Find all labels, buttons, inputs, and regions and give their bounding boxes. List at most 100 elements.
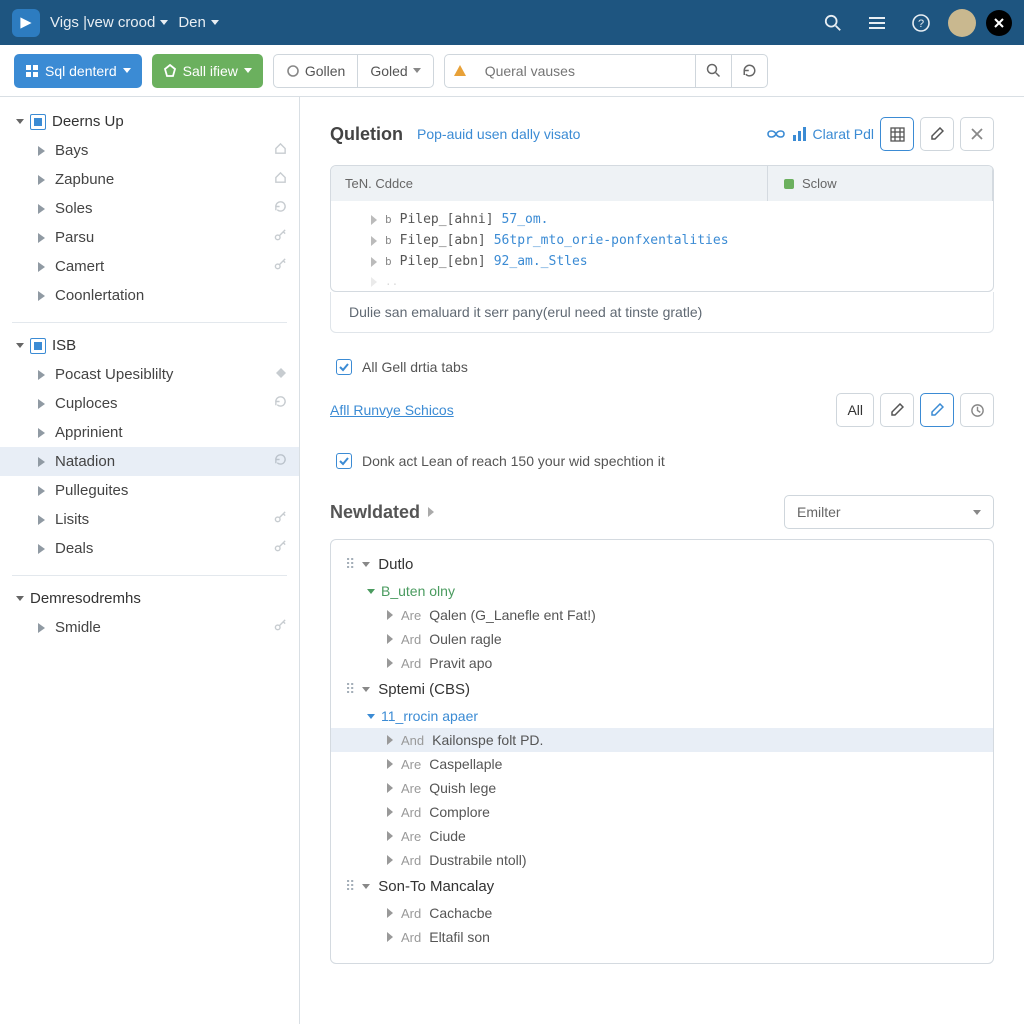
actions-link[interactable]: Afll Runvye Schicos bbox=[330, 402, 454, 418]
grid-icon[interactable] bbox=[880, 117, 914, 151]
tree-section-header[interactable]: Deerns Up bbox=[0, 107, 299, 136]
mode-a-button[interactable]: Gollen bbox=[274, 55, 358, 87]
refresh-icon bbox=[274, 200, 287, 217]
code-value: 57_om. bbox=[502, 212, 549, 227]
result-item[interactable]: AreQuish lege bbox=[331, 776, 993, 800]
tree-item[interactable]: Zapbune bbox=[0, 165, 299, 194]
tree-item[interactable]: Parsu bbox=[0, 223, 299, 252]
key-icon bbox=[274, 229, 287, 246]
tree-item[interactable]: Soles bbox=[0, 194, 299, 223]
filter-all-button[interactable]: All bbox=[836, 393, 874, 427]
result-item[interactable]: AreCiude bbox=[331, 824, 993, 848]
chart-link[interactable]: Clarat Pdl bbox=[792, 126, 874, 142]
tree-item[interactable]: Smidle bbox=[0, 613, 299, 642]
play-icon bbox=[38, 428, 45, 438]
tree-section-header[interactable]: ISB bbox=[0, 331, 299, 360]
tree-section-header[interactable]: Demresodremhs bbox=[0, 584, 299, 613]
svg-text:?: ? bbox=[918, 18, 924, 30]
chevron-down-icon bbox=[160, 20, 168, 25]
caret-icon bbox=[387, 908, 393, 918]
result-item-name: Quish lege bbox=[429, 780, 496, 796]
chevron-down-icon bbox=[413, 68, 421, 73]
chevron-down-icon bbox=[362, 687, 370, 692]
refresh-icon bbox=[274, 453, 287, 470]
checkbox-row-1[interactable]: All Gell drtia tabs bbox=[330, 351, 994, 383]
result-item-name: Dustrabile ntoll) bbox=[429, 852, 526, 868]
result-item[interactable]: AndKailonspe folt PD. bbox=[331, 728, 993, 752]
clock-icon[interactable] bbox=[960, 393, 994, 427]
tree-item[interactable]: Lisits bbox=[0, 505, 299, 534]
search-icon[interactable] bbox=[816, 6, 850, 40]
search-button[interactable] bbox=[695, 55, 731, 87]
result-group-header[interactable]: ⠿Sptemi (CBS) bbox=[331, 675, 993, 704]
menu-icon[interactable] bbox=[860, 6, 894, 40]
result-group-header[interactable]: ⠿Son-To Mancalay bbox=[331, 872, 993, 901]
tree-item[interactable]: Bays bbox=[0, 136, 299, 165]
result-item[interactable]: ArdComplore bbox=[331, 800, 993, 824]
help-icon[interactable]: ? bbox=[904, 6, 938, 40]
checkbox-row-2[interactable]: Donk act Lean of reach 150 your wid spec… bbox=[330, 445, 994, 477]
edit-icon[interactable] bbox=[880, 393, 914, 427]
caret-icon bbox=[387, 658, 393, 668]
result-group-title: Son-To Mancalay bbox=[378, 878, 494, 895]
result-group-sub[interactable]: 11_rrocin apaer bbox=[331, 704, 993, 728]
emitter-select[interactable]: Emilter bbox=[784, 495, 994, 529]
chevron-down-icon bbox=[16, 596, 24, 601]
page-subtitle[interactable]: Pop-auid usen dally visato bbox=[417, 126, 580, 142]
code-tab-left[interactable]: TeN. Cddce bbox=[331, 166, 768, 201]
code-panel: TeN. Cddce Sclow bPilep_[ahni]57_om.bFil… bbox=[330, 165, 994, 292]
play-icon bbox=[38, 457, 45, 467]
mode-b-button[interactable]: Goled bbox=[358, 55, 432, 87]
result-group-header[interactable]: ⠿Dutlo bbox=[331, 550, 993, 579]
checkbox-icon[interactable] bbox=[336, 359, 352, 375]
code-line[interactable]: bPilep_[ebn]92_am._Stles bbox=[331, 251, 993, 272]
tree-item-label: Pocast Upesiblilty bbox=[55, 366, 173, 383]
edit-icon[interactable] bbox=[920, 117, 954, 151]
result-item[interactable]: AreQalen (G_Lanefle ent Fat!) bbox=[331, 603, 993, 627]
folder-icon bbox=[30, 114, 46, 130]
code-line[interactable]: bFilep_[abn]56tpr_mto_orie-ponfxentaliti… bbox=[331, 230, 993, 251]
close-icon[interactable] bbox=[986, 10, 1012, 36]
result-item[interactable]: ArdDustrabile ntoll) bbox=[331, 848, 993, 872]
tree-item[interactable]: Pocast Upesiblilty bbox=[0, 360, 299, 389]
checkbox-icon[interactable] bbox=[336, 453, 352, 469]
result-group-title: Dutlo bbox=[378, 556, 413, 573]
refresh-button[interactable] bbox=[731, 55, 767, 87]
user-avatar[interactable] bbox=[948, 9, 976, 37]
secondary-dropdown[interactable]: Den bbox=[178, 14, 219, 31]
tree-item[interactable]: Pulleguites bbox=[0, 476, 299, 505]
app-topbar: Vigs |vew crood Den ? bbox=[0, 0, 1024, 45]
project-dropdown[interactable]: Vigs |vew crood bbox=[50, 14, 168, 31]
mode-toggle: Gollen Goled bbox=[273, 54, 434, 88]
page-title: Quletion bbox=[330, 124, 403, 145]
code-name: Pilep_[ahni] bbox=[400, 212, 494, 227]
result-item[interactable]: ArdOulen ragle bbox=[331, 627, 993, 651]
tree-item[interactable]: Coonlertation bbox=[0, 281, 299, 310]
result-item-name: Eltafil son bbox=[429, 929, 490, 945]
code-line[interactable]: bPilep_[ahni]57_om. bbox=[331, 209, 993, 230]
edit-active-icon[interactable] bbox=[920, 393, 954, 427]
tree-item[interactable]: Apprinient bbox=[0, 418, 299, 447]
tree-item-label: Zapbune bbox=[55, 171, 114, 188]
tree-item[interactable]: Deals bbox=[0, 534, 299, 563]
close-panel-icon[interactable] bbox=[960, 117, 994, 151]
infinity-icon[interactable] bbox=[766, 128, 786, 140]
app-logo[interactable] bbox=[12, 9, 40, 37]
sql-button[interactable]: Sql denterd bbox=[14, 54, 142, 88]
tree-item[interactable]: Camert bbox=[0, 252, 299, 281]
caret-icon bbox=[387, 807, 393, 817]
chevron-down-icon bbox=[123, 68, 131, 73]
result-item-type: Are bbox=[401, 608, 421, 623]
result-item[interactable]: ArdEltafil son bbox=[331, 925, 993, 949]
tree-item[interactable]: Natadion bbox=[0, 447, 299, 476]
caret-icon bbox=[387, 759, 393, 769]
search-input[interactable] bbox=[475, 55, 695, 87]
run-button[interactable]: Sall ifiew bbox=[152, 54, 263, 88]
result-item[interactable]: AreCaspellaple bbox=[331, 752, 993, 776]
tree-item[interactable]: Cuploces bbox=[0, 389, 299, 418]
code-tab-right[interactable]: Sclow bbox=[768, 166, 993, 201]
result-group-sub[interactable]: B_uten olny bbox=[331, 579, 993, 603]
chevron-down-icon bbox=[362, 884, 370, 889]
result-item[interactable]: ArdCachacbe bbox=[331, 901, 993, 925]
result-item[interactable]: ArdPravit apo bbox=[331, 651, 993, 675]
